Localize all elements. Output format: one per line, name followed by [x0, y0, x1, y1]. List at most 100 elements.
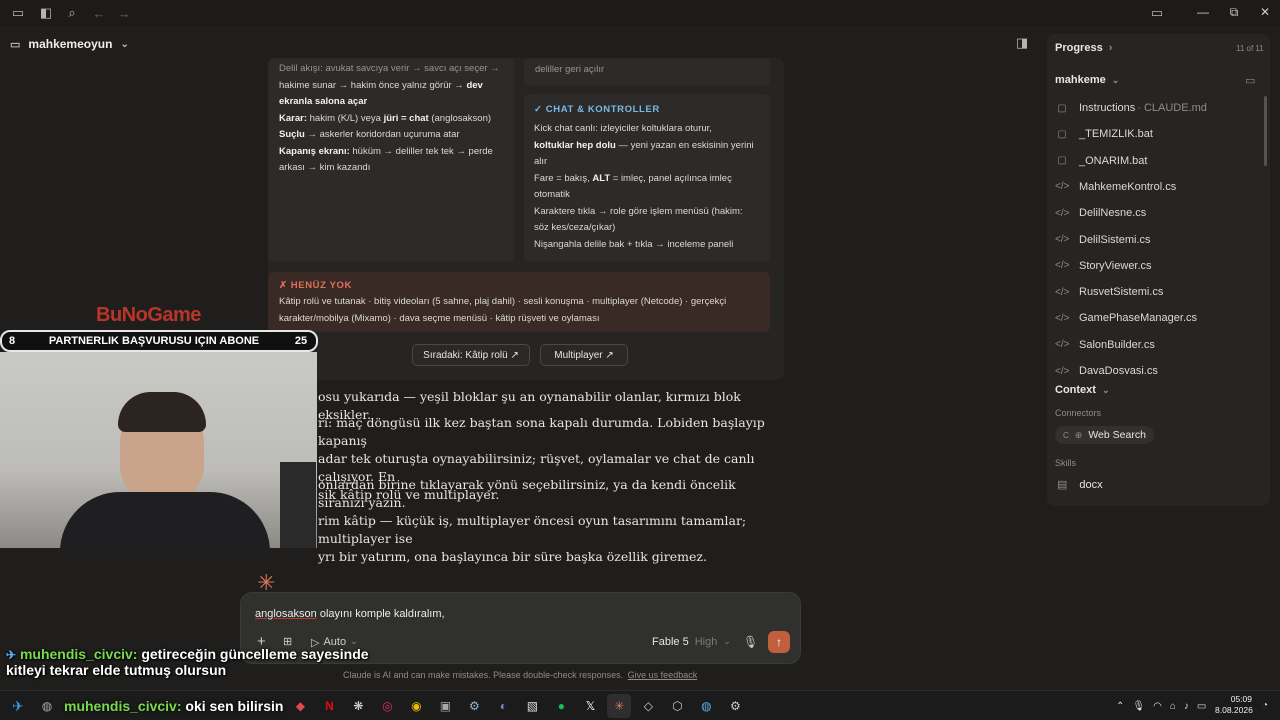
minimize-button[interactable]: — — [1188, 5, 1218, 19]
file-row[interactable]: </> DavaDosyasi.cs — [1055, 359, 1255, 374]
app-red-icon[interactable]: ◆ — [288, 694, 312, 718]
microphone-icon[interactable]: 🎙 — [743, 635, 758, 649]
chat-text2: kitleyi tekrar elde tutmuş olursun — [6, 662, 227, 678]
chat-line3: alır — [534, 156, 548, 167]
network-icon[interactable]: ⌂ — [1170, 701, 1176, 712]
top-right-text: deliller geri açılır — [535, 64, 605, 75]
volume-icon[interactable]: ♪ — [1184, 701, 1189, 712]
file-row[interactable]: </> MahkemeKontrol.cs — [1055, 175, 1255, 199]
chat-line2-bold: koltuklar hep dolu — [534, 139, 616, 151]
context-header[interactable]: Context ⌄ — [1055, 384, 1110, 396]
wifi-icon[interactable]: ◠ — [1153, 701, 1162, 712]
start-icon[interactable]: ✈ — [6, 694, 30, 718]
date: 8.08.2026 — [1215, 705, 1253, 715]
chat-line4a: Fare = bakış, — [534, 172, 593, 184]
app-icon[interactable]: ⬡ — [665, 694, 689, 718]
close-button[interactable]: ✕ — [1250, 5, 1280, 19]
file-subtitle: · CLAUDE.md — [1137, 102, 1207, 114]
file-name: DelilSistemi.cs — [1079, 233, 1151, 246]
model-selector[interactable]: Fable 5 High ⌄ — [652, 636, 731, 648]
x-icon[interactable]: 𝕏 — [578, 694, 602, 718]
folder-name: mahkeme — [1055, 74, 1106, 86]
code-icon: </> — [1055, 286, 1070, 298]
project-name: mahkemeoyun — [28, 37, 113, 51]
karar-b: jüri = chat — [383, 112, 429, 124]
app-icon[interactable]: ▣ — [433, 694, 457, 718]
file-row[interactable]: </> RusvetSistemi.cs — [1055, 280, 1255, 304]
project-selector[interactable]: ▭ mahkemeoyun ⌄ — [10, 34, 129, 54]
scrollbar[interactable] — [1264, 96, 1267, 166]
progress-title: Progress — [1055, 42, 1103, 54]
file-row[interactable]: ▢ _ONARIM.bat — [1055, 149, 1255, 173]
feedback-link[interactable]: Give us feedback — [628, 670, 698, 680]
input-value-b: olayını komple kaldıralım, — [316, 608, 445, 620]
chrome-icon[interactable]: ◉ — [404, 694, 428, 718]
web-search-connector[interactable]: C ⊕ Web Search — [1055, 426, 1154, 444]
chevron-right-icon: › — [1108, 42, 1113, 54]
steam-icon[interactable]: ⚙ — [462, 694, 486, 718]
input-value-a: anglosakson — [255, 608, 317, 620]
chat2-username: muhendis_civciv: — [64, 698, 182, 714]
forward-icon[interactable]: → — [114, 3, 134, 23]
folder-header[interactable]: mahkeme ⌄ — [1055, 74, 1119, 86]
file-row[interactable]: </> StoryViewer.cs — [1055, 254, 1255, 278]
send-button[interactable]: ↑ — [768, 631, 790, 653]
kapanis-text2: arkası → kim kazandı — [279, 162, 371, 173]
claude-icon[interactable]: ✳ — [607, 694, 632, 718]
notification-icon[interactable]: ◔ — [1262, 700, 1268, 711]
answer-p2-l1: ri: maç döngüsü ilk kez baştan sona kapa… — [318, 415, 765, 448]
stream-chat-message: ✈ muhendis_civciv: getireceğin güncellem… — [6, 646, 369, 678]
battery-icon[interactable]: ▭ — [1197, 701, 1206, 712]
globe-app-icon[interactable]: ◍ — [694, 694, 718, 718]
side-panel: Progress › 11 of 11 mahkeme ⌄ ▭ ▢ Instruc… — [1047, 34, 1270, 506]
chat2-text: oki sen bilirsin — [181, 698, 284, 714]
file-row[interactable]: </> SalonBuilder.cs — [1055, 333, 1255, 357]
chat-controls-heading: ✓ CHAT & KONTROLLER — [534, 104, 660, 115]
input-value[interactable]: anglosakson olayını komple kaldıralım, — [255, 608, 445, 620]
panel-toggle-icon[interactable]: ▭ — [1147, 3, 1167, 23]
chair — [280, 462, 316, 548]
chatgpt-icon[interactable]: ❋ — [346, 694, 370, 718]
file-row[interactable]: </> GamePhaseManager.cs — [1055, 306, 1255, 330]
netflix-icon[interactable]: N — [317, 694, 341, 718]
next-katip-button[interactable]: Sıradaki: Kâtip rolü ↗ — [412, 344, 530, 366]
split-view-icon[interactable]: ◨ — [1012, 33, 1032, 53]
file-row[interactable]: ▢ Instructions · CLAUDE.md — [1055, 96, 1255, 120]
spotify-icon[interactable]: ● — [549, 694, 573, 718]
progress-count: 11 of 11 — [1236, 44, 1264, 53]
file-name: _TEMIZLIK.bat — [1079, 128, 1153, 141]
open-folder-icon[interactable]: ▭ — [1245, 74, 1255, 87]
folder-icon: ▭ — [10, 38, 21, 51]
clock[interactable]: 05:09 — [1226, 694, 1252, 705]
subscribe-banner: 8 PARTNERLIK BAŞVURUSU IÇIN ABONE 25 — [0, 330, 318, 352]
file-row[interactable]: </> DelilNesne.cs — [1055, 201, 1255, 225]
globe-icon: ⊕ — [1074, 429, 1083, 440]
back-icon[interactable]: ← — [89, 3, 109, 23]
disclaimer-text: Claude is AI and can make mistakes. Plea… — [343, 670, 624, 680]
app-icon[interactable]: ◍ — [35, 694, 59, 718]
flow-line1-bold: dev — [466, 79, 483, 91]
flow-line0: Delil akışı: avukat savcıya verir → savc… — [279, 63, 500, 74]
skill-docx[interactable]: ▤ docx — [1057, 478, 1103, 492]
multiplayer-button[interactable]: Multiplayer ↗ — [540, 344, 628, 366]
flow-box: Delil akışı: avukat savcıya verir → savc… — [268, 58, 514, 262]
file-row[interactable]: ▢ _TEMIZLIK.bat — [1055, 122, 1255, 146]
settings-icon[interactable]: ⚙ — [723, 694, 747, 718]
unity-icon[interactable]: ◇ — [636, 694, 660, 718]
discord-icon[interactable]: ◐ — [491, 694, 515, 718]
missing-line2: karakter/mobilya (Mixamo) · dava seçme m… — [279, 312, 600, 324]
chevron-up-icon[interactable]: ⌃ — [1116, 701, 1124, 712]
toggle-sidebar-icon[interactable]: ▭ — [8, 3, 28, 23]
file-row[interactable]: </> DelilSistemi.cs — [1055, 228, 1255, 252]
mic-icon[interactable]: 🎙 — [1132, 701, 1145, 712]
code-icon: </> — [1055, 365, 1070, 375]
instagram-icon[interactable]: ◎ — [375, 694, 399, 718]
karar-label: Karar: — [279, 112, 307, 124]
maximize-button[interactable]: ⧉ — [1219, 5, 1249, 20]
layout-icon[interactable]: ◧ — [36, 3, 56, 23]
app-icon[interactable]: ▧ — [520, 694, 544, 718]
file-name: _ONARIM.bat — [1079, 154, 1148, 167]
missing-heading: ✗ HENÜZ YOK — [279, 280, 352, 291]
progress-header[interactable]: Progress › — [1055, 42, 1112, 54]
search-icon[interactable]: ⌕ — [62, 3, 82, 23]
